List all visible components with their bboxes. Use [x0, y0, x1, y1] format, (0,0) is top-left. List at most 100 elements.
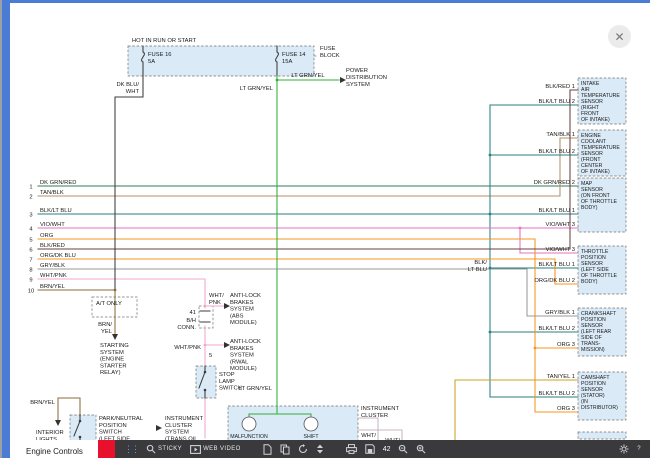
zoom-out-button[interactable] — [398, 444, 408, 454]
wire-num-4: 4 — [29, 227, 33, 233]
sticky-button[interactable]: STICKY — [146, 444, 182, 454]
wire-label-10: BRN/YEL — [40, 284, 66, 290]
sort-arrows-icon — [316, 444, 324, 454]
wire-org-and-org-dk-blu — [38, 239, 578, 412]
label-pnp-switch: PARK/NEUTRALPOSITIONSWITCH(LEFT SIDE — [99, 416, 144, 440]
save-icon — [365, 444, 375, 454]
map-pin3-label: VIO/WHT 3 — [545, 222, 575, 228]
window-left-edge — [0, 0, 10, 458]
cmp-pin3-label: ORG 3 — [557, 406, 575, 412]
iat-pin1-label: BLK/RED 1 — [545, 84, 575, 90]
refresh-icon — [298, 444, 308, 454]
wire-label-5: ORG — [40, 233, 54, 239]
refresh-button[interactable] — [298, 444, 308, 454]
label-fuse14: FUSE 14 — [282, 52, 306, 58]
help-icon: ? — [637, 446, 641, 452]
gear-icon — [619, 444, 629, 454]
label-power-distribution: POWERDISTRIBUTIONSYSTEM — [346, 68, 387, 88]
footer-title: Engine Controls — [10, 440, 98, 458]
wire-blk-red — [38, 90, 578, 249]
wire-lt-grn-yel — [249, 76, 339, 417]
zoom-in-icon — [416, 444, 426, 454]
label-fuse-block: FUSEBLOCK — [320, 46, 340, 59]
wire-num-5: 5 — [29, 238, 32, 244]
wire-num-8: 8 — [29, 268, 32, 274]
stop-lamp-switch-box — [196, 366, 216, 398]
wiring-diagram: HOT IN RUN OR START FUSE 16 5A FUSE 14 1… — [10, 3, 650, 440]
label-brn-yel: BRN/YEL — [98, 322, 113, 335]
label-wht-frag-1: WHT/ — [361, 433, 376, 439]
zoom-in-button[interactable] — [416, 444, 426, 454]
wire-wht-pnk — [38, 279, 224, 438]
label-interior-lights: INTERIORLIGHTS — [36, 430, 64, 440]
document-button[interactable] — [263, 444, 272, 455]
copy-button[interactable] — [280, 444, 290, 455]
label-dk-blu-wht: DK BLU/WHT — [116, 82, 139, 95]
tps-pin3-label: ORG/DK BLU 2 — [534, 278, 575, 284]
map-pin2-label: BLK/LT BLU 1 — [538, 208, 575, 214]
diagram-viewer-window: HOT IN RUN OR START FUSE 16 5A FUSE 14 1… — [0, 0, 650, 458]
wire-label-7: ORG/DK BLU — [40, 253, 76, 259]
wire-num-10: 10 — [28, 289, 34, 295]
malfunction-indicator-lamp-icon — [242, 417, 256, 431]
junction-dots — [79, 79, 537, 439]
label-conn-pin-41: 41 — [190, 310, 196, 316]
label-blk-lt-blu-bus: BLK/LT BLU — [468, 260, 488, 273]
label-fuse16: FUSE 16 — [148, 52, 172, 58]
wire-label-6: BLK/RED — [40, 243, 65, 249]
stop-button[interactable] — [98, 440, 115, 458]
wire-dk-blu-wht-and-symbols — [74, 46, 278, 440]
label-abs-system: ANTI-LOCKBRAKESSYSTEM(ABSMODULE) — [230, 293, 261, 326]
wire-label-1: DK GRN/RED — [40, 180, 76, 186]
web-video-button[interactable]: WEB VIDEO — [190, 445, 241, 454]
label-hot-in-run: HOT IN RUN OR START — [132, 38, 197, 44]
label-stop-pin-5: 5 — [209, 353, 212, 359]
zoom-out-icon — [398, 444, 408, 454]
help-button[interactable]: ? — [637, 446, 641, 452]
ect-pin1-label: TAN/BLK 1 — [546, 132, 575, 138]
wire-tan-blk — [38, 138, 578, 196]
ect-pin2-label: BLK/LT BLU 2 — [538, 149, 575, 155]
map-pin1-label: DK GRN/RED 2 — [534, 180, 575, 186]
label-cluster-system: INSTRUMENTCLUSTERSYSTEM(TRANS OILTEMP LA… — [165, 416, 203, 440]
wire-num-9: 9 — [29, 278, 32, 284]
page-indicator: 42 — [383, 446, 391, 453]
bottom-toolbar: ⋮⋮ STICKY WEB VIDEO — [115, 440, 650, 458]
ckp-pin1-label: GRY/BLK 1 — [545, 310, 575, 316]
printer-button[interactable] — [346, 444, 357, 454]
label-fuse16-amps: 5A — [148, 59, 155, 65]
label-brn-yel-lower: BRN/YEL — [30, 400, 56, 406]
wire-num-3: 3 — [29, 213, 32, 219]
wire-num-2: 2 — [29, 195, 32, 201]
film-icon — [190, 445, 201, 454]
shift-indicator-lamp-icon — [304, 417, 318, 431]
sticky-label: STICKY — [158, 446, 182, 452]
bh-connector-box — [199, 306, 213, 328]
tps-pin1-label: VIO/WHT 3 — [545, 247, 575, 253]
wiring-diagram-canvas[interactable]: HOT IN RUN OR START FUSE 16 5A FUSE 14 1… — [10, 3, 650, 440]
wire-label-2: TAN/BLK — [40, 190, 64, 196]
wire-num-1: 1 — [29, 185, 32, 191]
ckp-pin3-label: ORG 3 — [557, 342, 575, 348]
tps-pin2-label: BLK/LT BLU 1 — [538, 262, 575, 268]
label-fuse14-amps: 15A — [282, 59, 292, 65]
wire-label-3: BLK/LT BLU — [40, 208, 72, 214]
close-icon: ✕ — [614, 30, 624, 44]
arrow-interior-lights — [55, 420, 61, 426]
settings-button[interactable] — [619, 444, 629, 454]
save-button[interactable] — [365, 444, 375, 454]
wire-label-8: GRY/BLK — [40, 263, 65, 269]
wire-gry-blk — [38, 269, 578, 316]
partial-sensor-box — [578, 432, 626, 439]
footer-bar: Engine Controls ⋮⋮ STICKY WEB VIDEO — [10, 440, 650, 458]
grip-icon[interactable]: ⋮⋮ — [124, 444, 138, 455]
label-bh-conn: B/HCONN. — [177, 318, 196, 331]
wire-label-9: WHT/PNK — [40, 273, 67, 279]
label-at-only: A/T ONLY — [96, 301, 122, 307]
close-button[interactable]: ✕ — [608, 25, 631, 48]
sort-arrows-button[interactable] — [316, 444, 324, 454]
document-icon — [263, 444, 272, 455]
magnifier-icon — [146, 444, 156, 454]
label-lt-grn-yel-lower: LT GRN/YEL — [239, 386, 273, 392]
web-video-label: WEB VIDEO — [203, 446, 241, 452]
